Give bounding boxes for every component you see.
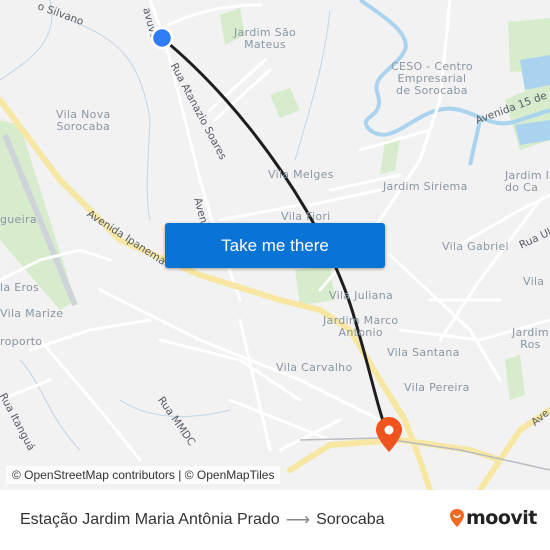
area-label-jardim-sao-mateus: Jardim São Mateus — [234, 26, 297, 51]
moovit-logo[interactable]: moovit — [449, 507, 537, 529]
footer: Estação Jardim Maria Antônia Prado ⟶ Sor… — [0, 490, 550, 550]
moovit-pin-icon — [450, 509, 464, 527]
area-label-jardim-ros: Jardim Ros — [512, 326, 549, 351]
area-label-gueira: gueira — [0, 213, 37, 226]
area-label-vila-marize: Vila Marize — [0, 307, 64, 320]
take-me-there-button[interactable]: Take me there — [165, 223, 385, 268]
area-label-vila-nova-sorocaba: Vila Nova Sorocaba — [56, 108, 111, 133]
area-label-vila-melges: Vila Melges — [268, 168, 334, 181]
destination-pin-icon[interactable] — [374, 416, 404, 454]
route-title: Estação Jardim Maria Antônia Prado ⟶ Sor… — [20, 510, 385, 530]
park-area — [270, 88, 300, 118]
area-label-vila-juliana: Vila Juliana — [329, 289, 394, 302]
area-label-jardim-marco-antonio: Jardim Marco Antonio — [323, 314, 399, 339]
area-label-vila-eros: la Eros — [0, 281, 40, 294]
area-label-aeroporto: roporto — [0, 335, 43, 348]
river — [468, 119, 482, 166]
lake — [520, 55, 550, 90]
area-label-jardim-do-ca: Jardim Ido Ca — [505, 169, 550, 194]
area-label-vila-carvalho: Vila Carvalho — [276, 361, 353, 374]
arrow-right-icon: ⟶ — [285, 510, 311, 529]
area-label-ceso: CESO - Centro Empresarial de Sorocaba — [391, 60, 473, 97]
area-label-jardim-siriema: Jardim Siriema — [383, 180, 468, 193]
area-label-vila: Vila — [523, 275, 545, 288]
origin-name: Estação Jardim Maria Antônia Prado — [20, 511, 280, 528]
area-label-vila-pereira: Vila Pereira — [404, 381, 470, 394]
area-label-vila-fiori: Vila Fiori — [281, 210, 331, 223]
area-label-vila-gabriel: Vila Gabriel — [442, 240, 509, 253]
park-area — [505, 355, 525, 400]
area-label-vila-santana: Vila Santana — [387, 346, 460, 359]
origin-marker-icon[interactable] — [150, 26, 174, 50]
moovit-wordmark: moovit — [466, 507, 537, 529]
destination-name: Sorocaba — [316, 511, 385, 528]
map-attribution[interactable]: © OpenStreetMap contributors | © OpenMap… — [6, 466, 281, 484]
